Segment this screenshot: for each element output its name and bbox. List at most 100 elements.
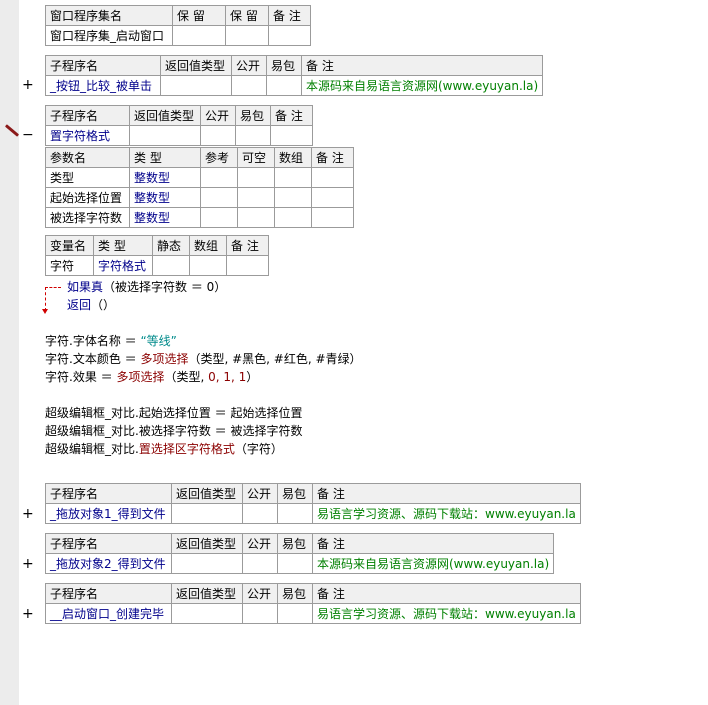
sub-table: 子程序名 返回值类型 公开 易包 备 注 __启动窗口_创建完毕 易语言学习资源… (45, 583, 581, 624)
param-array-cell[interactable] (274, 167, 312, 188)
sub-name-cell[interactable]: 置字符格式 (45, 125, 130, 146)
header-cell: 易包 (277, 533, 313, 554)
public-cell[interactable] (242, 553, 278, 574)
sub-row[interactable]: _拖放对象2_得到文件 本源码来自易语言资源网(www.eyuyan.la) (45, 553, 555, 574)
number-literal: 0, 1, 1 (208, 370, 247, 384)
method-name: 置选择区字符格式 (138, 442, 235, 456)
code-line[interactable]: 字符.字体名称 ＝ “等线” (45, 332, 177, 350)
keyword-if: 如果真 (67, 280, 104, 294)
param-table-header: 参数名 类 型 参考 可空 数组 备 注 (45, 147, 354, 168)
remark-cell[interactable]: 本源码来自易语言资源网(www.eyuyan.la) (300, 75, 544, 96)
header-cell: 公开 (200, 105, 236, 126)
remark-cell[interactable]: 本源码来自易语言资源网(www.eyuyan.la) (311, 553, 555, 574)
expand-icon[interactable]: + (22, 507, 34, 521)
header-cell: 返回值类型 (171, 533, 243, 554)
code-line[interactable]: 字符.效果 ＝ 多项选择（类型, 0, 1, 1） (45, 368, 258, 386)
code-line[interactable]: 字符.文本颜色 ＝ 多项选择（类型, #黑色, #红色, #青绿） (45, 350, 362, 368)
sub-table-header: 子程序名 返回值类型 公开 易包 备 注 (45, 483, 581, 504)
header-cell: 返回值类型 (160, 55, 232, 76)
return-type-cell[interactable] (171, 603, 243, 624)
param-optional-cell[interactable] (237, 207, 275, 228)
return-type-cell[interactable] (129, 125, 201, 146)
code-line[interactable]: 超级编辑框_对比.置选择区字符格式（字符） (45, 440, 283, 458)
easy-pack-cell[interactable] (266, 75, 302, 96)
sub-table-header: 子程序名 返回值类型 公开 易包 备 注 (45, 105, 313, 126)
expand-icon[interactable]: + (22, 557, 34, 571)
var-array-cell[interactable] (189, 255, 227, 276)
sub-name-cell[interactable]: _拖放对象1_得到文件 (45, 503, 172, 524)
code-line-return[interactable]: 返回（） (67, 296, 115, 314)
class-row[interactable]: 窗口程序集_启动窗口 (45, 25, 311, 46)
sub-name-cell[interactable]: _按钮_比较_被单击 (45, 75, 161, 96)
sub-name-cell[interactable]: _拖放对象2_得到文件 (45, 553, 172, 574)
easy-pack-cell[interactable] (277, 553, 313, 574)
remark-cell[interactable] (268, 25, 311, 46)
param-name-cell[interactable]: 起始选择位置 (45, 187, 130, 208)
sub-row[interactable]: __启动窗口_创建完毕 易语言学习资源、源码下载站：www.eyuyan.la (45, 603, 581, 624)
class-table-header: 窗口程序集名 保 留 保 留 备 注 (45, 5, 311, 26)
param-remark-cell[interactable] (311, 187, 354, 208)
param-row[interactable]: 起始选择位置 整数型 (45, 187, 354, 208)
sub-name-cell[interactable]: __启动窗口_创建完毕 (45, 603, 172, 624)
param-name-cell[interactable]: 被选择字符数 (45, 207, 130, 228)
var-type-cell[interactable]: 字符格式 (93, 255, 153, 276)
var-remark-cell[interactable] (226, 255, 269, 276)
header-cell: 子程序名 (45, 55, 161, 76)
code-line[interactable]: 超级编辑框_对比.被选择字符数 ＝ 被选择字符数 (45, 422, 302, 440)
header-cell: 易包 (266, 55, 302, 76)
header-cell: 子程序名 (45, 583, 172, 604)
return-type-cell[interactable] (171, 503, 243, 524)
sub-row[interactable]: _按钮_比较_被单击 本源码来自易语言资源网(www.eyuyan.la) (45, 75, 544, 96)
code-line[interactable]: 超级编辑框_对比.起始选择位置 ＝ 起始选择位置 (45, 404, 302, 422)
header-cell: 返回值类型 (171, 483, 243, 504)
public-cell[interactable] (200, 125, 236, 146)
param-row[interactable]: 类型 整数型 (45, 167, 354, 188)
expand-icon[interactable]: + (22, 78, 34, 92)
sub-table-active: 子程序名 返回值类型 公开 易包 备 注 置字符格式 (45, 105, 313, 146)
param-name-cell[interactable]: 类型 (45, 167, 130, 188)
remark-cell[interactable]: 易语言学习资源、源码下载站：www.eyuyan.la (312, 503, 581, 524)
header-cell: 可空 (237, 147, 275, 168)
collapse-icon[interactable]: − (22, 128, 34, 142)
var-name-cell[interactable]: 字符 (45, 255, 94, 276)
param-remark-cell[interactable] (311, 167, 354, 188)
param-type-cell[interactable]: 整数型 (129, 207, 201, 228)
return-type-cell[interactable] (160, 75, 232, 96)
code-text: 字符.效果 ＝ (45, 370, 117, 384)
easy-pack-cell[interactable] (235, 125, 271, 146)
remark-cell[interactable]: 易语言学习资源、源码下载站：www.eyuyan.la (312, 603, 581, 624)
expand-icon[interactable]: + (22, 607, 34, 621)
var-row[interactable]: 字符 字符格式 (45, 255, 269, 276)
return-args: （） (91, 298, 116, 312)
param-row[interactable]: 被选择字符数 整数型 (45, 207, 354, 228)
header-cell: 公开 (231, 55, 267, 76)
header-cell: 类 型 (93, 235, 153, 256)
param-ref-cell[interactable] (200, 187, 238, 208)
sub-row[interactable]: 置字符格式 (45, 125, 313, 146)
return-type-cell[interactable] (171, 553, 243, 574)
code-text: 字符.字体名称 ＝ (45, 334, 141, 348)
param-array-cell[interactable] (274, 187, 312, 208)
param-type-cell[interactable]: 整数型 (129, 187, 201, 208)
remark-cell[interactable] (270, 125, 313, 146)
easy-pack-cell[interactable] (277, 503, 313, 524)
public-cell[interactable] (242, 603, 278, 624)
param-optional-cell[interactable] (237, 187, 275, 208)
var-static-cell[interactable] (152, 255, 190, 276)
param-optional-cell[interactable] (237, 167, 275, 188)
sub-row[interactable]: _拖放对象1_得到文件 易语言学习资源、源码下载站：www.eyuyan.la (45, 503, 581, 524)
code-line-if[interactable]: 如果真（被选择字符数 ＝ 0） (67, 278, 226, 296)
public-cell[interactable] (242, 503, 278, 524)
param-ref-cell[interactable] (200, 207, 238, 228)
public-cell[interactable] (231, 75, 267, 96)
easy-pack-cell[interactable] (277, 603, 313, 624)
class-name-cell[interactable]: 窗口程序集_启动窗口 (45, 25, 173, 46)
param-type-cell[interactable]: 整数型 (129, 167, 201, 188)
reserved-cell[interactable] (172, 25, 226, 46)
param-array-cell[interactable] (274, 207, 312, 228)
param-remark-cell[interactable] (311, 207, 354, 228)
header-cell: 易包 (277, 583, 313, 604)
param-ref-cell[interactable] (200, 167, 238, 188)
reserved-cell[interactable] (225, 25, 269, 46)
sub-table-header: 子程序名 返回值类型 公开 易包 备 注 (45, 583, 581, 604)
